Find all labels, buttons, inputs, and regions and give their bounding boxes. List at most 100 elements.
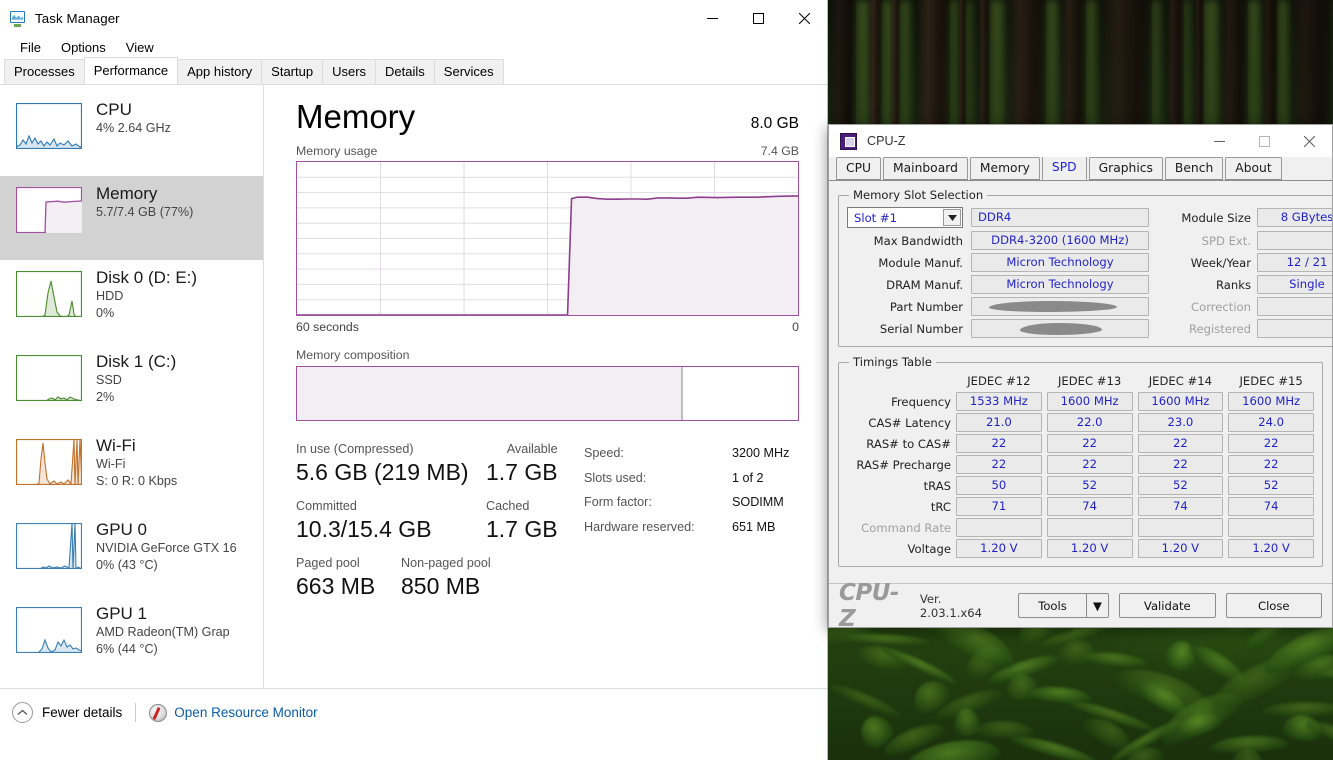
sidebar-item-text: GPU 0NVIDIA GeForce GTX 160% (43 °C)	[96, 519, 237, 573]
sidebar-item-label: Wi-Fi	[96, 435, 177, 456]
memory-detail-key: Hardware reserved:	[584, 515, 732, 540]
sidebar-item-label: Disk 0 (D: E:)	[96, 267, 197, 288]
tab-app-history[interactable]: App history	[177, 59, 262, 84]
panel-header: Memory 8.0 GB	[296, 97, 799, 137]
timings-cell: 23.0	[1138, 413, 1224, 432]
fewer-details-button[interactable]: Fewer details	[12, 702, 122, 723]
sidebar-item-wi-fi[interactable]: Wi-FiWi-FiS: 0 R: 0 Kbps	[0, 428, 263, 512]
timings-cell: 22	[1047, 434, 1133, 453]
sidebar-item-text: Disk 1 (C:)SSD2%	[96, 351, 176, 405]
window-controls	[689, 0, 827, 36]
timings-cell	[956, 518, 1042, 537]
sidebar-item-label: Disk 1 (C:)	[96, 351, 176, 372]
stat-nonpaged-pool: Non-paged pool 850 MB	[401, 555, 491, 601]
sidebar-item-disk-0-d-e[interactable]: Disk 0 (D: E:)HDD0%	[0, 260, 263, 344]
sidebar-item-subline-1: HDD	[96, 288, 197, 305]
cpuz-maximize-button[interactable]	[1242, 125, 1287, 157]
cpuz-close-action-button[interactable]: Close	[1226, 593, 1322, 618]
cpuz-spd-content: Memory Slot Selection Slot #1DDR4Module …	[829, 181, 1332, 567]
close-button[interactable]	[781, 0, 827, 36]
cpuz-tab-bar: CPU Mainboard Memory SPD Graphics Bench …	[829, 157, 1332, 181]
chevron-down-icon[interactable]	[943, 209, 961, 226]
sidebar-item-subline-2: 6% (44 °C)	[96, 641, 230, 658]
stat-paged-pool: Paged pool 663 MB	[296, 555, 401, 601]
memory-slot-selection-legend: Memory Slot Selection	[849, 188, 987, 202]
value-part-number-redacted	[971, 297, 1149, 316]
tab-users[interactable]: Users	[322, 59, 376, 84]
tab-startup[interactable]: Startup	[261, 59, 323, 84]
memory-composition-bar[interactable]	[296, 366, 799, 421]
sidebar-item-gpu-1[interactable]: GPU 1AMD Radeon(TM) Grap6% (44 °C)	[0, 596, 263, 680]
memory-statistics: In use (Compressed) 5.6 GB (219 MB) Avai…	[296, 441, 799, 612]
slot-select-dropdown[interactable]: Slot #1	[847, 207, 963, 228]
cpuz-tab-about[interactable]: About	[1225, 157, 1281, 180]
label-registered: Registered	[1167, 322, 1251, 336]
minimize-button[interactable]	[689, 0, 735, 36]
cpuz-tab-memory[interactable]: Memory	[970, 157, 1040, 180]
cpuz-footer: CPU-Z Ver. 2.03.1.x64 Tools ▼ Validate C…	[829, 583, 1332, 627]
timings-cell: 1.20 V	[956, 539, 1042, 558]
tab-performance[interactable]: Performance	[84, 57, 178, 84]
sidebar-item-label: GPU 0	[96, 519, 237, 540]
sidebar-item-subline-1: AMD Radeon(TM) Grap	[96, 624, 230, 641]
cpuz-tab-spd[interactable]: SPD	[1042, 155, 1087, 180]
stat-row-inuse-available: In use (Compressed) 5.6 GB (219 MB) Avai…	[296, 441, 576, 487]
timings-cell: 22.0	[1047, 413, 1133, 432]
sidebar-thumbnail-graph	[16, 355, 82, 401]
memory-hardware-details: Speed:3200 MHzSlots used:1 of 2Form fact…	[576, 441, 799, 612]
stat-available-label: Available	[486, 441, 558, 458]
sidebar-item-cpu[interactable]: CPU4% 2.64 GHz	[0, 92, 263, 176]
cpuz-close-button[interactable]	[1287, 125, 1332, 157]
graph-caption: Memory usage	[296, 144, 377, 158]
timings-cell: 24.0	[1228, 413, 1314, 432]
timings-cell: 1.20 V	[1138, 539, 1224, 558]
label-week-year: Week/Year	[1167, 256, 1251, 270]
memory-composition-in-use-segment	[297, 367, 683, 420]
stat-cached: Cached 1.7 GB	[486, 498, 558, 544]
cpuz-tab-cpu[interactable]: CPU	[836, 157, 881, 180]
timings-cell: 74	[1047, 497, 1133, 516]
task-manager-footer: Fewer details Open Resource Monitor	[0, 688, 827, 736]
sidebar-item-disk-1-c[interactable]: Disk 1 (C:)SSD2%	[0, 344, 263, 428]
value-registered	[1257, 319, 1333, 338]
cpuz-titlebar[interactable]: CPU-Z	[829, 125, 1332, 157]
label-spd-ext: SPD Ext.	[1167, 234, 1251, 248]
cpuz-tab-graphics[interactable]: Graphics	[1089, 157, 1163, 180]
validate-button[interactable]: Validate	[1119, 593, 1215, 618]
maximize-button[interactable]	[735, 0, 781, 36]
tools-button[interactable]: Tools	[1018, 593, 1086, 618]
slot-select-value: Slot #1	[854, 211, 897, 225]
memory-detail-row: Slots used:1 of 2	[584, 466, 799, 491]
wallpaper-fern	[1079, 649, 1151, 669]
sidebar-item-text: Wi-FiWi-FiS: 0 R: 0 Kbps	[96, 435, 177, 489]
tools-dropdown-arrow-icon[interactable]: ▼	[1086, 593, 1109, 618]
redaction-mark	[1020, 323, 1102, 335]
stat-in-use: In use (Compressed) 5.6 GB (219 MB)	[296, 441, 486, 487]
timings-row-label-tras: tRAS	[847, 479, 951, 493]
menu-options[interactable]: Options	[51, 36, 116, 59]
timings-row-label-ras-precharge: RAS# Precharge	[847, 458, 951, 472]
cpuz-tab-bench[interactable]: Bench	[1165, 157, 1223, 180]
task-manager-titlebar[interactable]: Task Manager	[0, 0, 827, 36]
task-manager-icon	[9, 10, 26, 27]
menu-file[interactable]: File	[10, 36, 51, 59]
chevron-up-icon	[12, 702, 33, 723]
memory-detail-value: 1 of 2	[732, 466, 764, 491]
cpuz-minimize-button[interactable]	[1197, 125, 1242, 157]
cpuz-tab-mainboard[interactable]: Mainboard	[883, 157, 968, 180]
tab-details[interactable]: Details	[375, 59, 435, 84]
timings-row-label-cas-latency: CAS# Latency	[847, 416, 951, 430]
value-serial-number-redacted	[971, 319, 1149, 338]
timings-row-label-command-rate: Command Rate	[847, 521, 951, 535]
menu-view[interactable]: View	[116, 36, 164, 59]
sidebar-item-gpu-0[interactable]: GPU 0NVIDIA GeForce GTX 160% (43 °C)	[0, 512, 263, 596]
sidebar-thumbnail-graph	[16, 271, 82, 317]
tab-services[interactable]: Services	[434, 59, 504, 84]
tab-processes[interactable]: Processes	[4, 59, 85, 84]
sidebar-item-memory[interactable]: Memory5.7/7.4 GB (77%)	[0, 176, 263, 260]
label-module-manuf: Module Manuf.	[847, 256, 963, 270]
memory-detail-value: 651 MB	[732, 515, 775, 540]
memory-detail-value: SODIMM	[732, 490, 784, 515]
open-resource-monitor-link[interactable]: Open Resource Monitor	[149, 704, 317, 722]
page-title: Memory	[296, 97, 415, 137]
